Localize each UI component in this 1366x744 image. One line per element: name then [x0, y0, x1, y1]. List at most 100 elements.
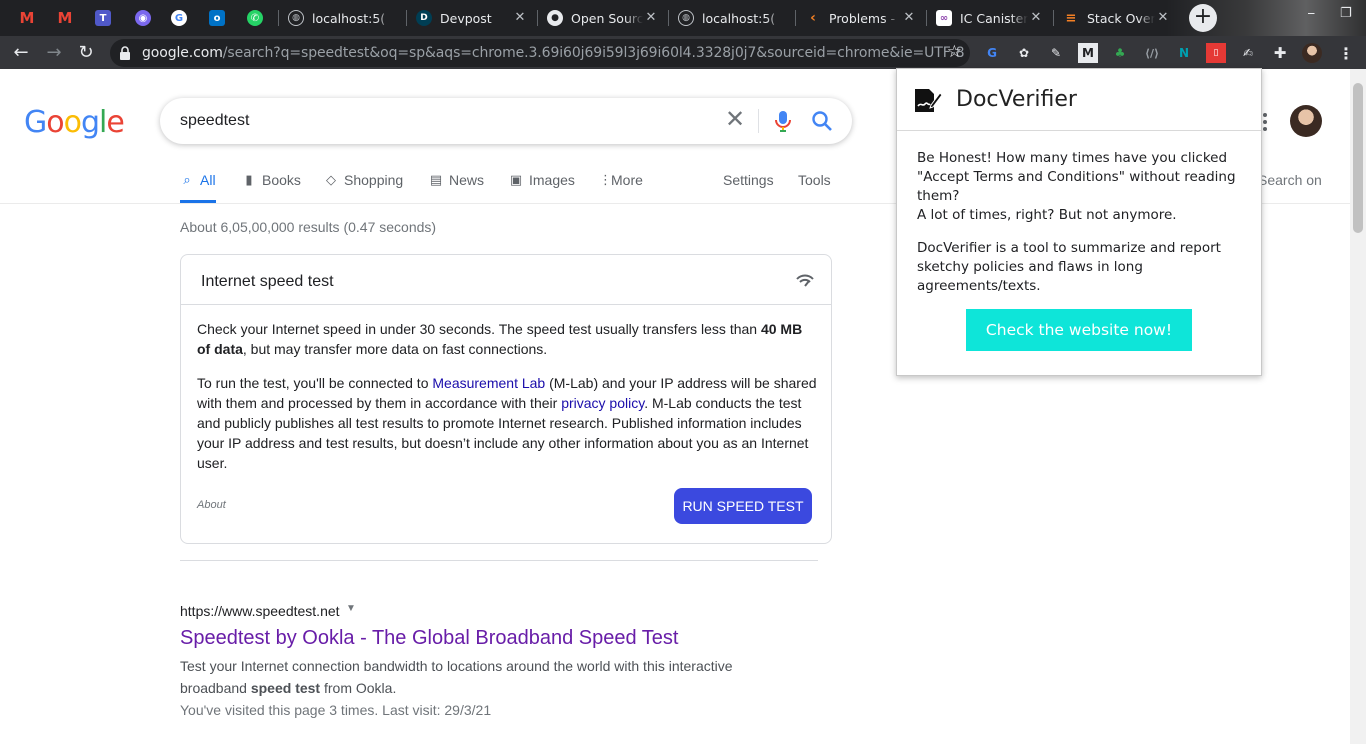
close-icon[interactable]: ✕ [1155, 10, 1171, 26]
privacy-policy-link[interactable]: privacy policy [561, 395, 644, 411]
tag-icon: ◇ [326, 173, 336, 188]
maximize-icon[interactable]: ❐ [1340, 6, 1352, 21]
wifi-speed-icon [796, 274, 814, 287]
pinned-tab-outlook[interactable]: o [198, 4, 236, 32]
address-bar[interactable]: google.com/search?q=speedtest&oq=sp&aqs=… [110, 39, 970, 67]
tab-separator [537, 10, 538, 26]
pdf-icon[interactable]: ▯ [1206, 43, 1226, 63]
bookmark-star-icon[interactable]: ☆ [947, 42, 962, 62]
minimize-icon[interactable]: ⎯ [1308, 6, 1315, 21]
result-url[interactable]: https://www.speedtest.net [180, 603, 340, 619]
speedtest-privacy-note: To run the test, you'll be connected to … [197, 373, 817, 473]
tab-all[interactable]: ⌕ All [180, 172, 216, 203]
pinned-tab-google[interactable]: G [160, 4, 198, 32]
outlook-icon: o [209, 10, 225, 26]
settings-link[interactable]: Settings [723, 172, 774, 202]
reload-icon[interactable]: ↻ [73, 40, 99, 66]
tab-title: Open Sourc [571, 10, 643, 26]
measurement-lab-link[interactable]: Measurement Lab [432, 375, 545, 391]
tab-ic-canister[interactable]: ∞ IC Canister ✕ [928, 4, 1052, 32]
forward-icon[interactable]: → [41, 40, 67, 66]
tab-news[interactable]: ▤ News [429, 172, 484, 202]
tab-stack-overflow[interactable]: ≡ Stack Over ✕ [1055, 4, 1179, 32]
tab-label: News [449, 172, 485, 188]
google-icon[interactable]: G [982, 43, 1002, 63]
microphone-icon[interactable] [772, 109, 794, 133]
new-tab-button[interactable]: + [1189, 4, 1217, 32]
text-span: To run the test, you'll be connected to [197, 375, 433, 391]
tab-images[interactable]: ▣ Images [509, 172, 575, 202]
speedtest-card: Internet speed test Check your Internet … [180, 254, 832, 544]
account-avatar[interactable] [1290, 105, 1322, 137]
close-icon[interactable]: ✕ [901, 10, 917, 26]
logo-letter: G [24, 105, 47, 140]
menu-dots-icon[interactable]: ⋮ [1336, 43, 1356, 63]
tab-title: Devpost [440, 10, 492, 26]
text-span: Check your Internet speed in under 30 se… [197, 321, 761, 337]
speedtest-card-header: Internet speed test [181, 255, 831, 305]
google-apps-icon[interactable] [1262, 112, 1268, 132]
result-stats: About 6,05,00,000 results (0.47 seconds) [180, 219, 437, 235]
pinned-tab-app[interactable]: ◉ [124, 4, 162, 32]
profile-avatar[interactable] [1302, 43, 1322, 63]
code-icon[interactable]: ⟨/⟩ [1142, 43, 1162, 63]
search-input[interactable] [180, 109, 680, 133]
result-title-link[interactable]: Speedtest by Ookla - The Global Broadban… [180, 627, 678, 650]
tab-separator [926, 10, 927, 26]
pinned-tab-gmail-2[interactable]: M [46, 4, 84, 32]
globe-icon: ◍ [678, 10, 694, 26]
google-logo[interactable]: Google [24, 105, 125, 140]
pinned-tab-teams[interactable]: T [84, 4, 122, 32]
tab-title: localhost:5( [702, 10, 776, 26]
pen-icon[interactable]: ✎ [1046, 43, 1066, 63]
tab-localhost-1[interactable]: ◍ localhost:5( [280, 4, 404, 32]
url-host: google.com [142, 45, 223, 61]
tab-open-source[interactable]: ● Open Sourc ✕ [539, 4, 667, 32]
scrollbar-thumb[interactable] [1353, 83, 1363, 233]
clear-icon[interactable]: ✕ [722, 107, 748, 133]
pinned-tab-gmail-1[interactable]: M [8, 4, 46, 32]
puzzle-icon[interactable]: ✚ [1270, 43, 1290, 63]
close-icon[interactable]: ✕ [512, 10, 528, 26]
tab-separator [1053, 10, 1054, 26]
globe-icon: ◍ [288, 10, 304, 26]
tab-title: Problems - [829, 10, 896, 26]
check-website-button[interactable]: Check the website now! [966, 309, 1192, 351]
book-icon: ▮ [245, 173, 253, 188]
tab-problems[interactable]: ‹ Problems - ✕ [797, 4, 925, 32]
pinned-tab-whatsapp[interactable]: ✆ [236, 4, 274, 32]
tab-title: localhost:5( [312, 10, 386, 26]
m-icon[interactable]: M [1078, 43, 1098, 63]
cookie-icon[interactable]: ✿ [1014, 43, 1034, 63]
whatsapp-icon: ✆ [247, 10, 263, 26]
close-icon[interactable]: ✕ [1028, 10, 1044, 26]
lock-icon [120, 46, 130, 60]
tab-label: More [611, 172, 643, 188]
tools-link[interactable]: Tools [798, 172, 831, 202]
tab-label: Shopping [344, 172, 404, 188]
text-span: , but may transfer more data on fast con… [242, 341, 548, 357]
run-speed-test-button[interactable]: RUN SPEED TEST [674, 488, 812, 524]
search-icon[interactable] [810, 109, 834, 133]
popup-intro: Be Honest! How many times have you click… [917, 150, 1236, 204]
close-icon[interactable]: ✕ [643, 10, 659, 26]
app-icon: ◉ [135, 10, 151, 26]
tree-icon[interactable]: ♣ [1110, 43, 1130, 63]
tab-more[interactable]: ⋮ More [599, 172, 643, 202]
back-icon[interactable]: ← [8, 40, 34, 66]
page-scrollbar[interactable] [1350, 69, 1366, 744]
settings-label: Settings [723, 172, 774, 188]
tab-books[interactable]: ▮ Books [242, 172, 301, 202]
tab-separator [406, 10, 407, 26]
search-icon: ⌕ [183, 173, 191, 188]
tab-localhost-2[interactable]: ◍ localhost:5( [670, 4, 794, 32]
docverifier-icon[interactable]: ✍ [1238, 43, 1258, 63]
tab-devpost[interactable]: D Devpost ✕ [408, 4, 536, 32]
logo-letter: o [63, 105, 82, 140]
browser-toolbar: ← → ↻ google.com/search?q=speedtest&oq=s… [0, 36, 1366, 69]
tab-shopping[interactable]: ◇ Shopping [324, 172, 403, 202]
about-link[interactable]: About [197, 499, 226, 511]
more-vert-icon: ⋮ [599, 173, 612, 188]
n-icon[interactable]: N [1174, 43, 1194, 63]
caret-down-icon[interactable]: ▼ [346, 603, 356, 614]
